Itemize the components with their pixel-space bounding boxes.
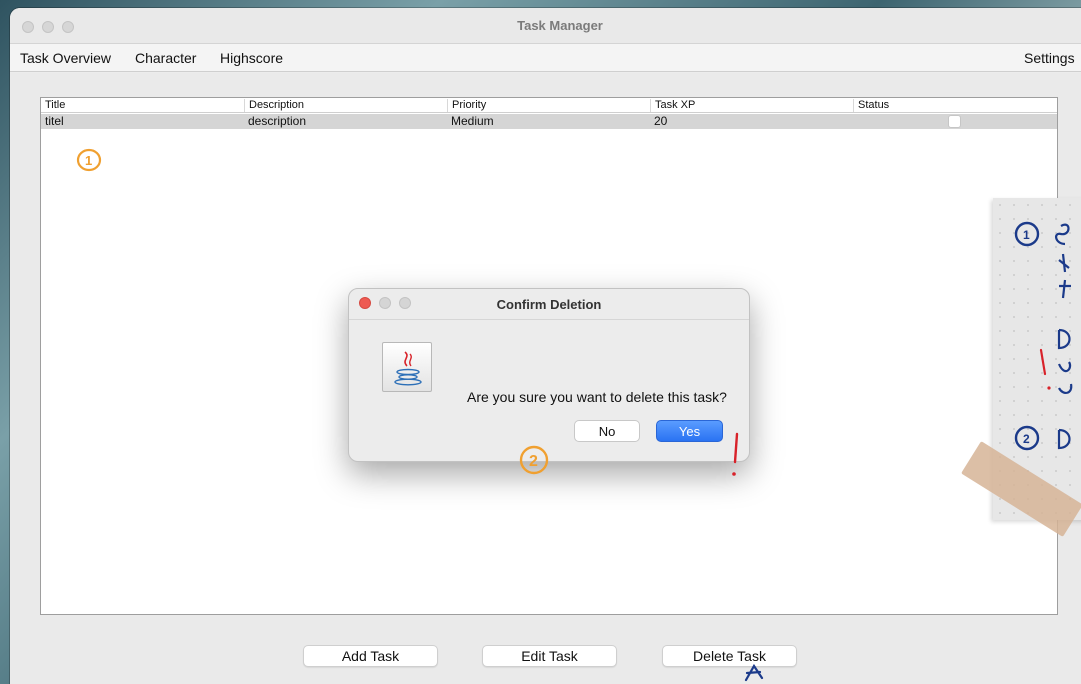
annotation-marker-2: 2 [519,445,549,475]
menu-task-overview[interactable]: Task Overview [20,50,111,66]
java-icon [382,342,432,392]
yes-button[interactable]: Yes [656,420,723,442]
dialog-divider [349,319,749,320]
column-header-status[interactable]: Status [853,99,889,112]
menu-settings[interactable]: Settings [1024,50,1075,66]
delete-task-button[interactable]: Delete Task [662,645,797,667]
cell-priority: Medium [451,114,494,128]
note-item-1-text: 1 [1023,228,1030,242]
dialog-title: Confirm Deletion [496,297,602,312]
status-checkbox[interactable] [948,115,961,128]
note-item-2: 2 [1014,425,1040,451]
dialog-message: Are you sure you want to delete this tas… [467,389,727,405]
table-row[interactable]: titel description Medium 20 [41,114,1057,129]
cell-task-xp: 20 [654,114,668,128]
no-button[interactable]: No [574,420,640,442]
column-header-priority[interactable]: Priority [447,99,486,112]
annotation-marker-1-text: 1 [85,153,92,168]
annotation-marker-1: 1 [76,148,102,172]
edit-task-button[interactable]: Edit Task [482,645,617,667]
menu-character[interactable]: Character [135,50,196,66]
column-header-task-xp[interactable]: Task XP [650,99,695,112]
add-task-button[interactable]: Add Task [303,645,438,667]
confirm-deletion-dialog: Confirm Deletion Are you sure you want t… [348,288,750,462]
note-item-1: 1 [1014,221,1040,247]
note-item-2-text: 2 [1023,432,1030,446]
table-header: Title Description Priority Task XP Statu… [41,98,1057,113]
annotation-arrow [744,663,764,682]
title-bar: Task Manager [10,8,1081,44]
annotation-marker-2-text: 2 [529,453,538,470]
column-header-description[interactable]: Description [244,99,304,112]
menu-highscore[interactable]: Highscore [220,50,283,66]
annotation-exclamation [732,432,739,476]
cell-title: titel [45,114,64,128]
menu-bar: Task Overview Character Highscore Settin… [10,44,1081,72]
cell-description: description [248,114,307,128]
column-header-title[interactable]: Title [41,99,65,112]
window-title: Task Manager [517,18,603,33]
